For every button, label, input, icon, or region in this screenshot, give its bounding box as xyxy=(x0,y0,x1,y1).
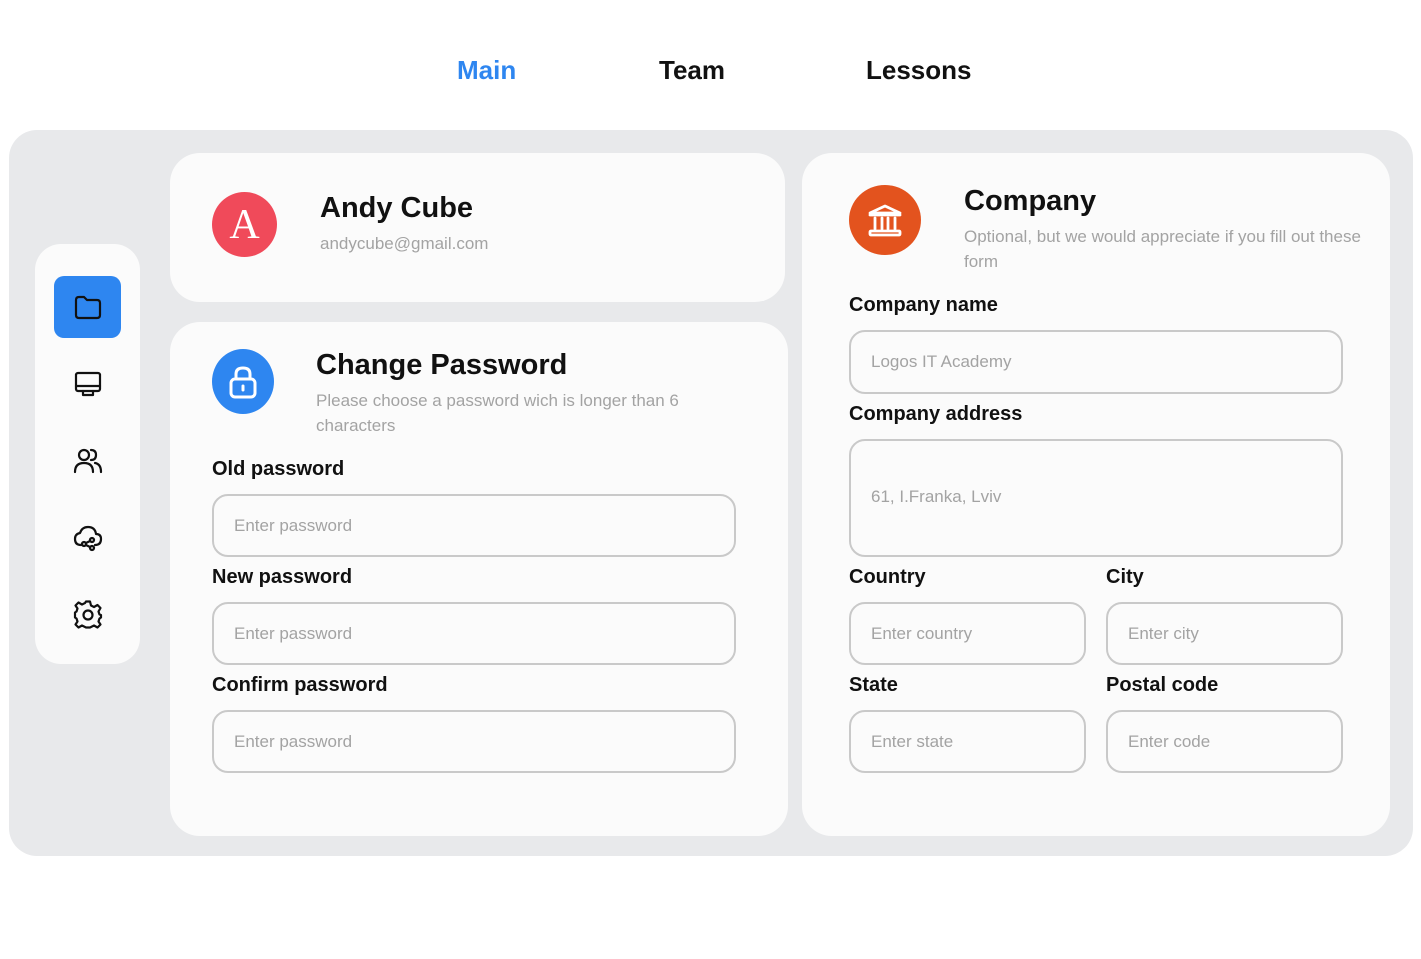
sidebar-item-team[interactable] xyxy=(54,430,121,492)
lock-icon xyxy=(229,366,257,398)
postal-code-field[interactable]: Enter code xyxy=(1106,710,1343,773)
company-address-label: Company address xyxy=(849,403,1023,425)
postal-code-label: Postal code xyxy=(1106,674,1219,696)
state-field[interactable]: Enter state xyxy=(849,710,1086,773)
sidebar-item-settings[interactable] xyxy=(54,584,121,646)
city-placeholder: Enter city xyxy=(1128,623,1199,643)
country-label: Country xyxy=(849,566,926,588)
bank-icon xyxy=(868,204,902,237)
country-placeholder: Enter country xyxy=(871,623,973,643)
change-password-title: Change Password xyxy=(316,349,568,381)
state-label: State xyxy=(849,674,898,696)
tab-main[interactable]: Main xyxy=(457,52,516,88)
sidebar-item-cloud[interactable] xyxy=(54,507,121,569)
new-password-placeholder: Enter password xyxy=(234,623,353,643)
avatar[interactable]: A xyxy=(212,192,277,257)
sidebar-item-files[interactable] xyxy=(54,276,121,338)
company-title: Company xyxy=(964,185,1097,217)
company-subtitle: Optional, but we would appreciate if you… xyxy=(964,227,1361,271)
users-icon xyxy=(73,448,102,474)
confirm-password-label: Confirm password xyxy=(212,674,388,696)
new-password-field[interactable]: Enter password xyxy=(212,602,736,665)
company-name-field[interactable]: Logos IT Academy xyxy=(849,330,1343,394)
company-badge xyxy=(849,185,921,255)
company-address-field[interactable]: 61, I.Franka, Lviv xyxy=(849,439,1343,557)
company-address-placeholder: 61, I.Franka, Lviv xyxy=(871,487,1002,506)
profile-name: Andy Cube xyxy=(320,192,474,224)
lock-badge xyxy=(212,349,274,414)
sidebar-item-monitor[interactable] xyxy=(54,353,121,415)
postal-code-placeholder: Enter code xyxy=(1128,731,1211,751)
change-password-subtitle: Please choose a password wich is longer … xyxy=(316,391,679,435)
confirm-password-placeholder: Enter password xyxy=(234,731,353,751)
monitor-icon xyxy=(74,371,101,397)
country-field[interactable]: Enter country xyxy=(849,602,1086,665)
new-password-label: New password xyxy=(212,566,353,588)
old-password-field[interactable]: Enter password xyxy=(212,494,736,557)
company-name-label: Company name xyxy=(849,294,998,316)
tab-lessons[interactable]: Lessons xyxy=(866,52,972,88)
city-label: City xyxy=(1106,566,1144,588)
state-placeholder: Enter state xyxy=(871,731,954,751)
top-navigation: Main Team Lessons xyxy=(0,52,1421,88)
city-field[interactable]: Enter city xyxy=(1106,602,1343,665)
cloud-share-icon xyxy=(73,525,102,552)
old-password-label: Old password xyxy=(212,458,345,480)
gear-icon xyxy=(73,600,102,629)
sidebar xyxy=(35,244,140,664)
company-name-placeholder: Logos IT Academy xyxy=(871,352,1012,371)
profile-email: andycube@gmail.com xyxy=(320,234,489,253)
tab-team[interactable]: Team xyxy=(659,52,725,88)
old-password-placeholder: Enter password xyxy=(234,515,353,535)
confirm-password-field[interactable]: Enter password xyxy=(212,710,736,773)
folder-icon xyxy=(74,295,101,320)
